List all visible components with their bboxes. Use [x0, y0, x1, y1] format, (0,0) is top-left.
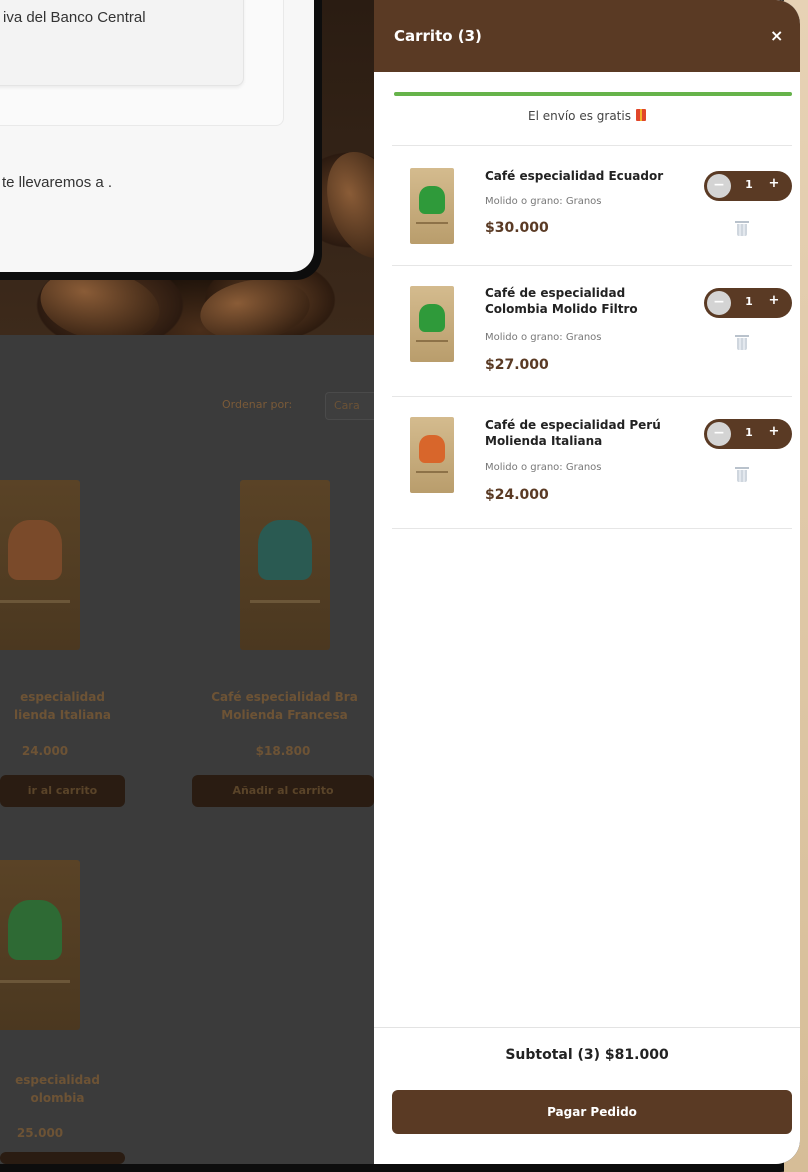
- cart-item: Café de especialidad Perú Molienda Itali…: [374, 397, 800, 517]
- quantity-value: 1: [745, 295, 753, 308]
- add-to-cart-button[interactable]: [0, 1152, 125, 1164]
- bag-label: [0, 600, 70, 603]
- footer-divider: [374, 1027, 800, 1028]
- cart-title: Carrito (3): [394, 27, 482, 45]
- quantity-stepper: − 1 +: [704, 171, 792, 201]
- cart-item-name[interactable]: Café de especialidad Colombia Molido Fil…: [485, 285, 680, 317]
- cart-item-price: $24.000: [485, 487, 549, 503]
- trash-can: [737, 224, 747, 236]
- bag-label: [0, 980, 70, 983]
- free-shipping-text: El envío es gratis: [528, 109, 631, 123]
- bag-emblem: [258, 520, 312, 580]
- trash-lid: [735, 221, 749, 223]
- product-price: $18.800: [255, 744, 311, 758]
- close-icon[interactable]: ×: [770, 26, 783, 45]
- product-price: 24.000: [21, 744, 69, 758]
- cart-item-variant: Molido o grano: Granos: [485, 196, 602, 207]
- cart-item-price: $27.000: [485, 357, 549, 373]
- shipping-progress-bar: [394, 92, 792, 96]
- increase-quantity-button[interactable]: +: [766, 424, 782, 439]
- cart-subtotal: Subtotal (3) $81.000: [505, 1047, 669, 1063]
- bag-label: [416, 340, 448, 342]
- info-card: iva del Banco Central: [0, 0, 244, 86]
- bag-emblem: [8, 520, 62, 580]
- product-thumbnail[interactable]: [410, 417, 454, 493]
- info-popup: iva del Banco Central te llevaremos a .: [0, 0, 322, 280]
- divider: [392, 528, 792, 529]
- trash-lid: [735, 467, 749, 469]
- cart-item-name[interactable]: Café especialidad Ecuador: [485, 168, 680, 184]
- decrease-quantity-button[interactable]: −: [707, 422, 731, 446]
- trash-can: [737, 470, 747, 482]
- cart-item-name[interactable]: Café de especialidad Perú Molienda Itali…: [485, 417, 680, 449]
- product-image[interactable]: [0, 860, 80, 1030]
- free-shipping-message: El envío es gratis: [374, 109, 800, 123]
- trash-icon[interactable]: [735, 335, 749, 350]
- bag-emblem: [419, 186, 445, 214]
- increase-quantity-button[interactable]: +: [766, 293, 782, 308]
- product-price: 25.000: [16, 1126, 64, 1140]
- increase-quantity-button[interactable]: +: [766, 176, 782, 191]
- decrease-quantity-button[interactable]: −: [707, 291, 731, 315]
- trash-can: [737, 338, 747, 350]
- decrease-quantity-button[interactable]: −: [707, 174, 731, 198]
- quantity-value: 1: [745, 426, 753, 439]
- product-image[interactable]: [0, 480, 80, 650]
- cart-item-price: $30.000: [485, 220, 549, 236]
- cart-item: Café de especialidad Colombia Molido Fil…: [374, 266, 800, 386]
- cart-item-variant: Molido o grano: Granos: [485, 462, 602, 473]
- info-text: iva del Banco Central: [3, 9, 146, 26]
- cart-drawer: Carrito (3) × El envío es gratis Café es…: [374, 0, 800, 1164]
- trash-icon[interactable]: [735, 467, 749, 482]
- shipping-progress-fill: [394, 92, 792, 96]
- bag-emblem: [419, 304, 445, 332]
- quantity-value: 1: [745, 178, 753, 191]
- trash-lid: [735, 335, 749, 337]
- cart-header: Carrito (3) ×: [374, 0, 800, 72]
- cart-item-variant: Molido o grano: Granos: [485, 332, 602, 343]
- bag-label: [416, 471, 448, 473]
- product-thumbnail[interactable]: [410, 286, 454, 362]
- product-image[interactable]: [240, 480, 330, 650]
- sort-label: Ordenar por:: [222, 398, 293, 411]
- quantity-stepper: − 1 +: [704, 288, 792, 318]
- quantity-stepper: − 1 +: [704, 419, 792, 449]
- product-name[interactable]: Café especialidad Bra Molienda Francesa: [192, 688, 377, 724]
- delivery-text: te llevaremos a .: [2, 174, 113, 191]
- add-to-cart-button[interactable]: ir al carrito: [0, 775, 125, 807]
- info-popup-body: iva del Banco Central te llevaremos a .: [0, 0, 314, 272]
- bag-emblem: [8, 900, 62, 960]
- trash-icon[interactable]: [735, 221, 749, 236]
- add-to-cart-button[interactable]: Añadir al carrito: [192, 775, 374, 807]
- bag-label: [250, 600, 320, 603]
- gift-icon: [635, 109, 646, 121]
- product-thumbnail[interactable]: [410, 168, 454, 244]
- product-name[interactable]: especialidad lienda Italiana: [0, 688, 125, 724]
- bag-label: [416, 222, 448, 224]
- cart-item: Café especialidad Ecuador Molido o grano…: [374, 146, 800, 266]
- bag-emblem: [419, 435, 445, 463]
- product-name[interactable]: especialidad olombia: [0, 1071, 115, 1107]
- checkout-button[interactable]: Pagar Pedido: [392, 1090, 792, 1134]
